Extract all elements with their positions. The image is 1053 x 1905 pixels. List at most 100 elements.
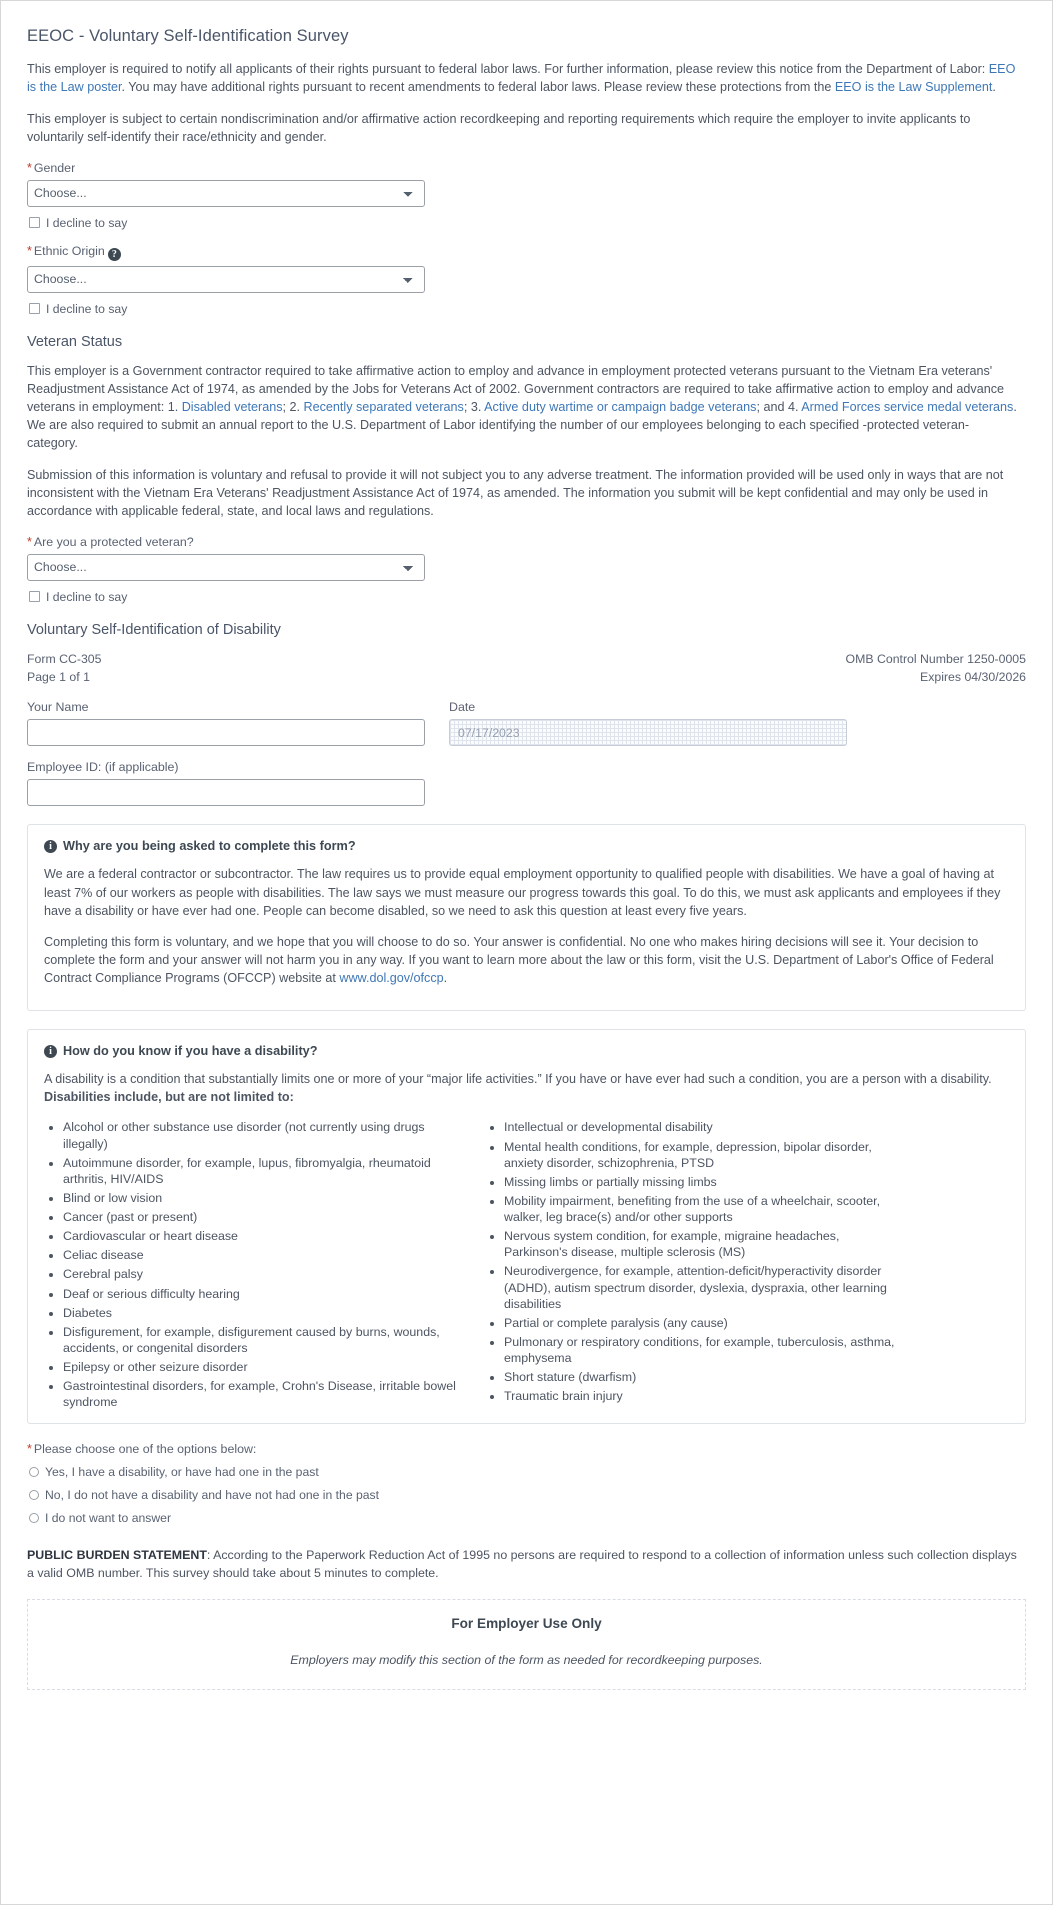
disabled-veterans-link[interactable]: Disabled veterans — [182, 400, 283, 414]
form-number: Form CC-305 — [27, 651, 102, 666]
veteran-text-d: ; and 4. — [756, 399, 802, 414]
list-item: Pulmonary or respiratory conditions, for… — [504, 1334, 900, 1366]
why-form-paragraph-2: Completing this form is voluntary, and w… — [44, 933, 1009, 987]
why-form-paragraph-1: We are a federal contractor or subcontra… — [44, 867, 1001, 918]
employee-id-input[interactable] — [27, 779, 425, 807]
list-item: Epilepsy or other seizure disorder — [63, 1359, 459, 1375]
radio-button[interactable] — [29, 1513, 39, 1524]
employer-use-only-title: For Employer Use Only — [451, 1616, 602, 1632]
required-asterisk: * — [27, 1442, 32, 1457]
gender-decline-checkbox[interactable] — [29, 217, 40, 228]
disability-list-right: Intellectual or developmental disability… — [485, 1119, 900, 1413]
gender-label-text: Gender — [33, 160, 76, 175]
list-item: Autoimmune disorder, for example, lupus,… — [63, 1155, 459, 1187]
radio-button[interactable] — [29, 1490, 39, 1501]
veteran-decline-checkbox[interactable] — [29, 591, 40, 602]
list-item: Partial or complete paralysis (any cause… — [504, 1315, 900, 1331]
list-item: Blind or low vision — [63, 1190, 459, 1206]
public-burden-label: PUBLIC BURDEN STATEMENT — [27, 1548, 207, 1563]
ethnic-origin-decline-checkbox[interactable] — [29, 303, 40, 314]
employer-use-only-box: For Employer Use Only Employers may modi… — [27, 1599, 1026, 1691]
list-item: Intellectual or developmental disability — [504, 1119, 900, 1135]
list-item: Short stature (dwarfism) — [504, 1369, 900, 1385]
veteran-status-heading: Veteran Status — [27, 333, 123, 350]
disability-choice-label: * Please choose one of the options below: — [27, 1442, 1026, 1456]
list-item: Cancer (past or present) — [63, 1209, 459, 1225]
how-know-heading: i How do you know if you have a disabili… — [44, 1044, 1009, 1058]
disability-choice-group: * Please choose one of the options below:… — [27, 1442, 1026, 1525]
protected-veteran-label: * Are you a protected veteran? — [27, 535, 1026, 549]
list-item: Traumatic brain injury — [504, 1388, 900, 1404]
list-item: Diabetes — [63, 1305, 459, 1321]
radio-option[interactable]: No, I do not have a disability and have … — [29, 1488, 1026, 1502]
your-name-field-block: Your Name — [27, 698, 425, 747]
question-mark-icon[interactable]: ? — [107, 247, 121, 261]
omb-expires: Expires 04/30/2026 — [920, 669, 1026, 684]
list-item: Nervous system condition, for example, m… — [504, 1228, 900, 1260]
intro-text-c: . — [992, 80, 996, 95]
how-know-intro-bold: Disabilities include, but are not limite… — [44, 1090, 294, 1105]
list-item: Neurodivergence, for example, attention-… — [504, 1263, 900, 1311]
how-know-heading-text: How do you know if you have a disability… — [63, 1044, 318, 1059]
gender-decline-label: I decline to say — [46, 215, 128, 230]
why-form-panel: i Why are you being asked to complete th… — [27, 824, 1026, 1012]
veteran-paragraph-2: Submission of this information is volunt… — [27, 468, 1004, 519]
disability-choice-options: Yes, I have a disability, or have had on… — [27, 1465, 1026, 1525]
why-form-text-b: . — [443, 971, 448, 985]
active-duty-wartime-link[interactable]: Active duty wartime or campaign badge ve… — [484, 400, 756, 414]
radio-option-label: No, I do not have a disability and have … — [45, 1488, 380, 1503]
ethnic-origin-decline-row[interactable]: I decline to say — [29, 302, 1026, 316]
why-form-heading-text: Why are you being asked to complete this… — [63, 839, 356, 854]
required-asterisk: * — [27, 534, 32, 549]
ethnic-origin-select[interactable]: Choose... — [27, 265, 425, 293]
intro-text-a: This employer is required to notify all … — [27, 62, 989, 76]
veteran-decline-row[interactable]: I decline to say — [29, 590, 1026, 604]
veteran-paragraph-1: This employer is a Government contractor… — [27, 362, 1022, 453]
veteran-text-c: ; 3. — [463, 399, 485, 414]
radio-button[interactable] — [29, 1467, 39, 1478]
radio-option[interactable]: I do not want to answer — [29, 1511, 1026, 1525]
gender-decline-row[interactable]: I decline to say — [29, 216, 1026, 230]
radio-option-label: Yes, I have a disability, or have had on… — [45, 1465, 319, 1480]
list-item: Mental health conditions, for example, d… — [504, 1139, 900, 1171]
list-item: Cardiovascular or heart disease — [63, 1228, 459, 1244]
page-of: Page 1 of 1 — [27, 669, 90, 684]
protected-veteran-select[interactable]: Choose... — [27, 553, 425, 581]
public-burden-statement: PUBLIC BURDEN STATEMENT: According to th… — [27, 1547, 1026, 1583]
list-item: Deaf or serious difficulty hearing — [63, 1286, 459, 1302]
disability-section-heading: Voluntary Self-Identification of Disabil… — [27, 621, 281, 638]
why-form-text-a: Completing this form is voluntary, and w… — [44, 934, 994, 985]
gender-select[interactable]: Choose... — [27, 179, 425, 207]
list-item: Disfigurement, for example, disfiguremen… — [63, 1324, 459, 1356]
employee-id-row: Employee ID: (if applicable) — [27, 758, 1026, 807]
list-item: Missing limbs or partially missing limbs — [504, 1174, 900, 1190]
your-name-input[interactable] — [27, 719, 425, 747]
form-meta-left: Form CC-305 Page 1 of 1 — [27, 650, 101, 687]
list-item: Cerebral palsy — [63, 1266, 459, 1282]
ofccp-website-link[interactable]: www.dol.gov/ofccp — [339, 971, 443, 985]
survey-page: EEOC - Voluntary Self-Identification Sur… — [0, 0, 1053, 1905]
protected-veteran-label-text: Are you a protected veteran? — [33, 534, 194, 549]
protected-veteran-field-block: * Are you a protected veteran? Choose... — [27, 535, 1026, 581]
employer-use-only-note: Employers may modify this section of the… — [290, 1653, 763, 1668]
eeo-law-supplement-link[interactable]: EEO is the Law Supplement — [835, 80, 993, 94]
info-icon: i — [44, 839, 57, 853]
how-know-panel: i How do you know if you have a disabili… — [27, 1029, 1026, 1425]
how-know-intro-text: A disability is a condition that substan… — [44, 1072, 992, 1087]
veteran-text-b: ; 2. — [282, 399, 304, 414]
required-asterisk: * — [27, 243, 32, 258]
recently-separated-veterans-link[interactable]: Recently separated veterans — [304, 400, 464, 414]
intro-paragraph-1: This employer is required to notify all … — [27, 60, 1022, 96]
employee-id-label: Employee ID: (if applicable) — [27, 760, 179, 775]
veteran-decline-label: I decline to say — [46, 589, 128, 604]
ethnic-origin-label: * Ethnic Origin? — [27, 244, 1026, 261]
name-date-row: Your Name Date — [27, 698, 1026, 747]
armed-forces-service-medal-link[interactable]: Armed Forces service medal veterans — [801, 400, 1013, 414]
list-item: Gastrointestinal disorders, for example,… — [63, 1378, 459, 1410]
how-know-intro: A disability is a condition that substan… — [44, 1070, 1009, 1106]
why-form-heading: i Why are you being asked to complete th… — [44, 839, 1009, 853]
list-item: Mobility impairment, benefiting from the… — [504, 1193, 900, 1225]
disability-choice-label-text: Please choose one of the options below: — [33, 1442, 257, 1457]
intro-paragraph-2: This employer is subject to certain nond… — [27, 112, 971, 145]
radio-option[interactable]: Yes, I have a disability, or have had on… — [29, 1465, 1026, 1479]
